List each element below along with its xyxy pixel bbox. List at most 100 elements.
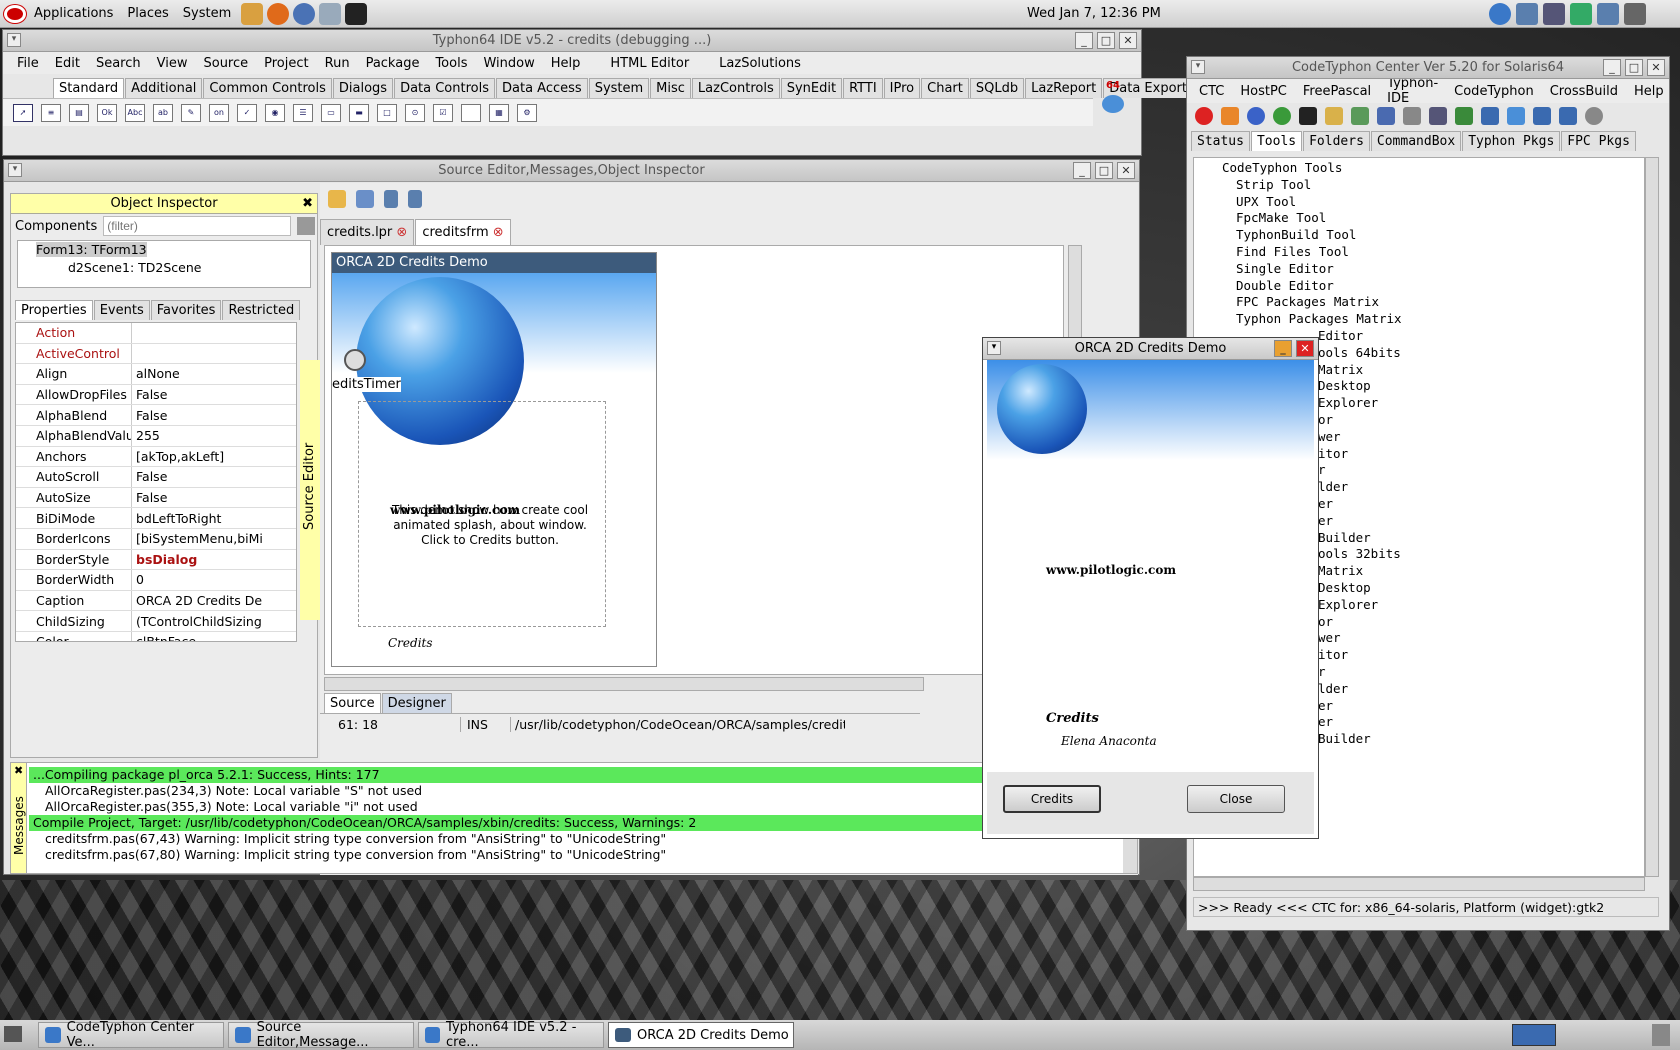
close-button[interactable]: Close <box>1187 785 1285 813</box>
menu-view[interactable]: View <box>149 56 196 71</box>
menu-edit[interactable]: Edit <box>47 56 88 71</box>
ctc-tree-item[interactable]: Typhon Packages Matrix <box>1202 311 1644 328</box>
export-icon[interactable] <box>1351 107 1369 125</box>
message-line[interactable]: creditsfrm.pas(67,80) Warning: Implicit … <box>29 847 1119 863</box>
ctc-menu-freepascal[interactable]: FreePascal <box>1295 84 1379 99</box>
editor-tab-creditsfrm[interactable]: creditsfrm ⊗ <box>415 219 511 245</box>
ide-titlebar[interactable]: ▾ Typhon64 IDE v5.2 - credits (debugging… <box>3 30 1141 52</box>
gear-icon[interactable] <box>1429 107 1447 125</box>
gear-blue-icon[interactable] <box>1481 107 1499 125</box>
tab-designer[interactable]: Designer <box>381 693 452 713</box>
ctc-tree-item[interactable]: FpcMake Tool <box>1202 210 1644 227</box>
property-value[interactable]: bsDialog <box>132 552 262 567</box>
typhon-tray-icon[interactable] <box>1489 3 1511 25</box>
palette-tab-rtti[interactable]: RTTI <box>843 78 883 98</box>
ctc-tab-status[interactable]: Status <box>1191 131 1250 151</box>
property-row[interactable]: BorderIcons[biSystemMenu,biMinin <box>16 528 296 550</box>
ctc-tree-item[interactable]: CodeTyphon Tools <box>1202 160 1644 177</box>
palette-tab-lazreport[interactable]: LazReport <box>1025 78 1103 98</box>
palette-tab-additional[interactable]: Additional <box>125 78 203 98</box>
menu-system[interactable]: System <box>183 6 231 21</box>
actionlist-component-icon[interactable]: ⚙ <box>517 103 537 122</box>
filter-icon[interactable] <box>297 217 316 235</box>
ctc-tree-item[interactable]: FPC Packages Matrix <box>1202 294 1644 311</box>
jump-forward-icon[interactable] <box>408 190 422 208</box>
close-icon[interactable]: ✖ <box>302 194 313 214</box>
show-desktop-icon[interactable] <box>4 1026 22 1042</box>
64bit-icon[interactable] <box>1533 107 1551 125</box>
ctc-tree-item[interactable]: UPX Tool <box>1202 194 1644 211</box>
close-button[interactable]: ✕ <box>1119 32 1137 49</box>
menu-package[interactable]: Package <box>358 56 428 71</box>
editor-tab-credits-lpr[interactable]: credits.lpr ⊗ <box>320 219 415 245</box>
tree-node-form13[interactable]: Form13: TForm13 <box>18 241 310 259</box>
minimize-button[interactable]: _ <box>1603 59 1621 76</box>
checkgroup-component-icon[interactable]: ☑ <box>433 103 453 122</box>
palette-tab-lazcontrols[interactable]: LazControls <box>691 78 780 98</box>
property-value[interactable]: False <box>132 408 262 423</box>
property-value[interactable]: False <box>132 469 262 484</box>
minimize-button[interactable]: _ <box>1073 162 1091 179</box>
togglebox-component-icon[interactable]: on <box>209 103 229 122</box>
ctc-menu-help[interactable]: Help <box>1626 84 1672 99</box>
menu-source[interactable]: Source <box>195 56 256 71</box>
property-row[interactable]: BiDiMode bdLeftToRight <box>16 508 296 529</box>
memo-component-icon[interactable]: ✎ <box>181 103 201 122</box>
menu-help[interactable]: Help <box>543 56 589 71</box>
designer-hscrollbar[interactable] <box>324 677 924 691</box>
label-component-icon[interactable]: Abc <box>125 103 145 122</box>
palette-tab-system[interactable]: System <box>588 78 650 98</box>
tab-source[interactable]: Source <box>324 693 381 713</box>
palette-tab-chart[interactable]: Chart <box>921 78 969 98</box>
terminal-icon[interactable] <box>1299 107 1317 125</box>
palette-tab-data-controls[interactable]: Data Controls <box>394 78 495 98</box>
radiogroup-component-icon[interactable]: ⊙ <box>405 103 425 122</box>
orca-dialog-titlebar[interactable]: ▾ ORCA 2D Credits Demo _ ✕ <box>983 338 1318 360</box>
folder-icon[interactable] <box>1325 107 1343 125</box>
button-component-icon[interactable]: Ok <box>97 103 117 122</box>
property-value[interactable]: clBtnFace <box>132 634 262 641</box>
ctc-tab-folders[interactable]: Folders <box>1303 131 1370 151</box>
refresh-icon[interactable] <box>1273 107 1291 125</box>
minimize-button[interactable]: _ <box>1075 32 1093 49</box>
message-line[interactable]: creditsfrm.pas(67,43) Warning: Implicit … <box>29 831 1119 847</box>
stop-icon[interactable] <box>1195 107 1213 125</box>
property-value[interactable]: ORCA 2D Credits Demo <box>132 593 262 608</box>
palette-tab-dialogs[interactable]: Dialogs <box>332 78 394 98</box>
message-line[interactable]: AllOrcaRegister.pas(355,3) Note: Local v… <box>29 799 1119 815</box>
refresh-icon[interactable] <box>319 2 342 25</box>
network-tray-icon[interactable] <box>1570 3 1592 25</box>
ctc-tab-typhon-pkgs[interactable]: Typhon Pkgs <box>1462 131 1561 151</box>
popupmenu-component-icon[interactable]: ▤ <box>69 103 89 122</box>
menu-applications[interactable]: Applications <box>34 6 113 21</box>
close-icon[interactable]: ✖ <box>11 764 23 777</box>
ctc-titlebar[interactable]: ▾ CodeTyphon Center Ver 5.20 for Solaris… <box>1187 57 1669 79</box>
ctc-menu-codetyphon[interactable]: CodeTyphon <box>1446 84 1542 99</box>
tools-icon[interactable] <box>1403 107 1421 125</box>
credits-button[interactable]: Credits <box>1003 785 1101 813</box>
property-row[interactable]: Anchors [akTop,akLeft] <box>16 446 296 468</box>
property-row[interactable]: BorderStyle bsDialog <box>16 549 296 571</box>
clock-tray-icon[interactable] <box>1543 3 1565 25</box>
message-line[interactable]: AllOrcaRegister.pas(234,3) Note: Local v… <box>29 783 1119 799</box>
palette-tab-ipro[interactable]: IPro <box>883 78 921 98</box>
jump-back-icon[interactable] <box>384 190 398 208</box>
menu-project[interactable]: Project <box>256 56 316 71</box>
ctc-menu-crossbuild[interactable]: CrossBuild <box>1542 84 1626 99</box>
ctc-tree-item[interactable]: TyphonBuild Tool <box>1202 227 1644 244</box>
palette-tab-data-access[interactable]: Data Access <box>496 78 588 98</box>
download-arrow-icon[interactable] <box>1102 95 1124 113</box>
oi-tab-favorites[interactable]: Favorites <box>150 300 222 320</box>
property-row[interactable]: AlphaBlendValue 255 <box>16 425 296 447</box>
property-row[interactable]: AutoSize False <box>16 487 296 509</box>
power-icon[interactable] <box>1585 107 1603 125</box>
ctc-tree-item[interactable]: Single Editor <box>1202 261 1644 278</box>
gear-green-icon[interactable] <box>1455 107 1473 125</box>
firefox-icon[interactable] <box>267 2 290 25</box>
property-row[interactable]: AutoScroll False <box>16 467 296 488</box>
property-row[interactable]: Align alNone <box>16 364 296 385</box>
palette-tab-common-controls[interactable]: Common Controls <box>203 78 332 98</box>
property-value[interactable]: bdLeftToRight <box>132 511 262 526</box>
panel-component-icon[interactable] <box>461 103 481 122</box>
task-codetyphon-center[interactable]: CodeTyphon Center Ve... <box>38 1020 224 1050</box>
